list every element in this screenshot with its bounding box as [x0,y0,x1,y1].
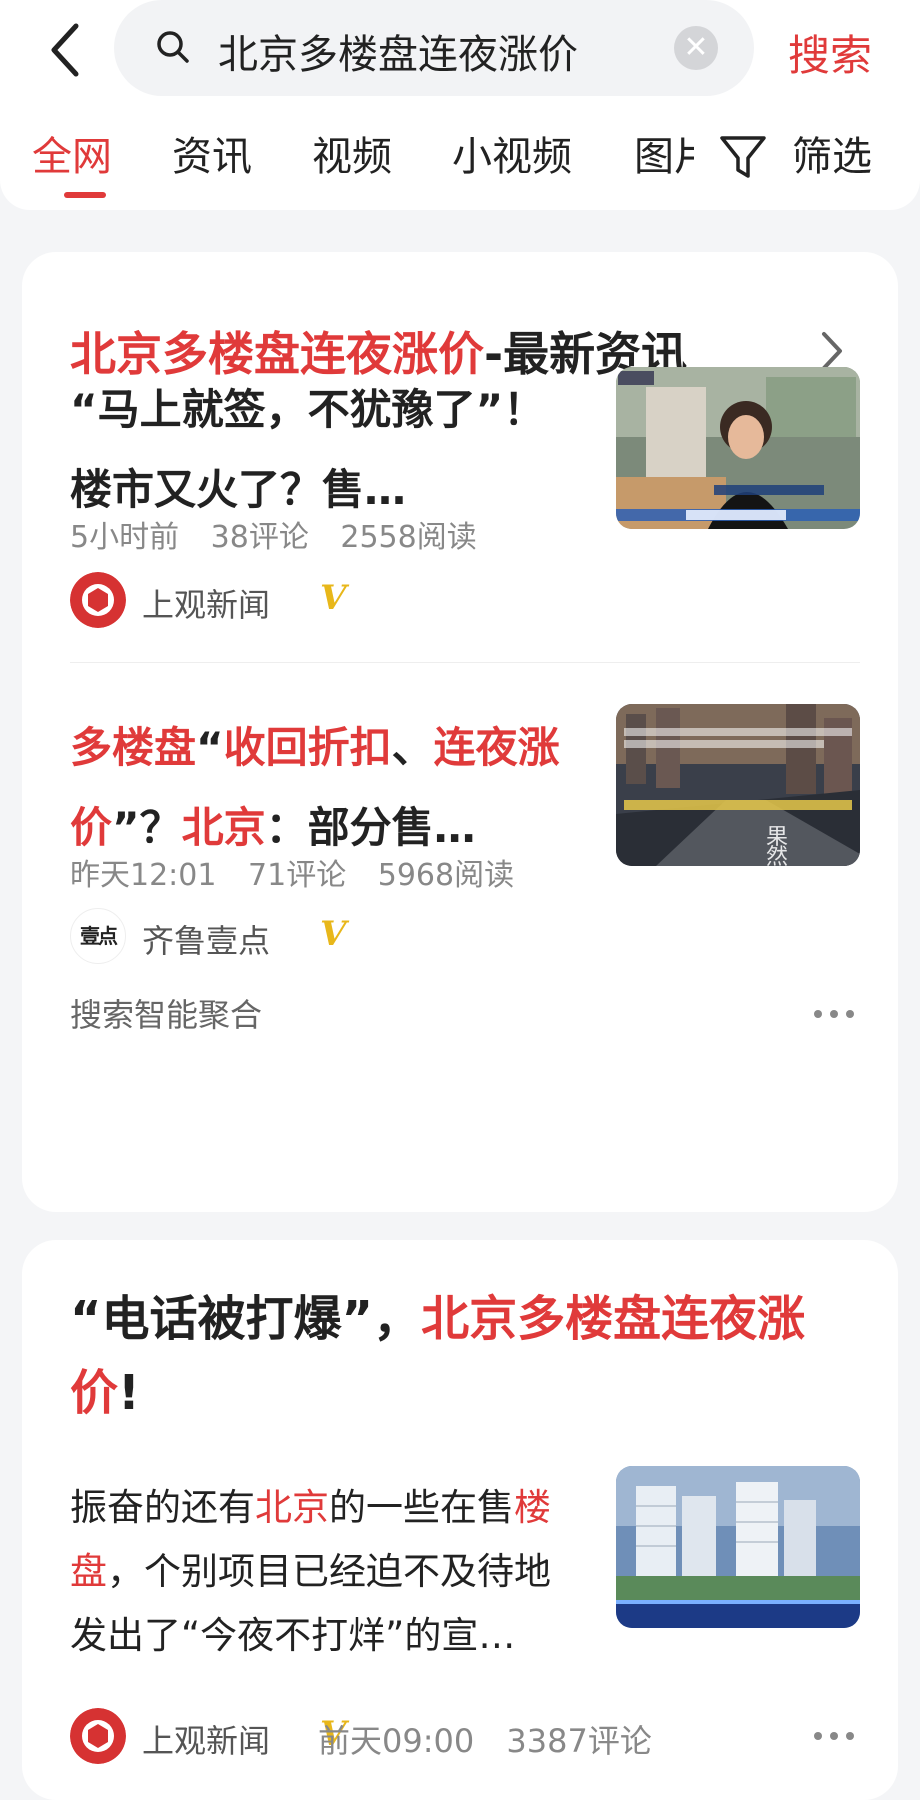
building-model-image [616,1466,860,1628]
verified-badge-icon: V [320,914,347,954]
article-title[interactable]: “电话被打爆”，北京多楼盘连夜涨价! [70,1282,860,1430]
news-time: 5小时前 [70,520,180,555]
clear-search-icon[interactable]: ✕ [674,26,718,70]
news-title[interactable]: 多楼盘“收回折扣、连夜涨价”？北京：部分售… [70,708,570,868]
tab-images[interactable]: 图片 [634,124,694,182]
more-options-icon[interactable] [814,1730,858,1742]
article-comments: 3387评论 [506,1722,652,1760]
back-arrow-icon[interactable] [40,20,100,80]
article-thumbnail[interactable] [616,1466,860,1628]
source-name: 上观新闻 [142,1722,271,1760]
news-comments: 71评论 [248,858,347,893]
qilu-logo-icon: 壹点 [70,908,126,964]
tab-bar: 全网 资讯 视频 小视频 图片 筛选 [0,122,920,202]
tab-all[interactable]: 全网 [32,124,112,182]
news-meta: 5小时前 38评论 2558阅读 [70,512,499,556]
news-title[interactable]: “马上就签，不犹豫了”！楼市又火了？售… [70,370,570,530]
article-meta: 前天09:00 3387评论 [318,1716,674,1762]
source-name: 上观新闻 [142,586,271,624]
search-input[interactable]: 北京多楼盘连夜涨价 [218,22,578,80]
article-snippet: 振奋的还有北京的一些在售楼盘，个别项目已经迫不及待地发出了“今夜不打烊”的宣… [70,1486,551,1657]
news-meta: 昨天12:01 71评论 5968阅读 [70,850,536,894]
filter-button[interactable]: 筛选 [718,122,908,192]
source-name: 齐鲁壹点 [142,922,271,960]
interview-image [616,367,860,529]
active-tab-indicator [64,192,106,198]
news-thumbnail[interactable]: 果 然 [616,704,860,866]
divider [70,662,860,663]
top-bar: 北京多楼盘连夜涨价 ✕ 搜索 全网 资讯 视频 小视频 图片 筛选 [0,0,920,210]
search-button[interactable]: 搜索 [788,22,872,83]
city-street-image: 果 然 [616,704,860,866]
shangguan-logo-icon [70,572,126,628]
filter-icon [720,136,766,178]
tab-short-video[interactable]: 小视频 [452,124,572,182]
filter-label: 筛选 [792,134,872,180]
tab-news[interactable]: 资讯 [172,124,252,182]
article-card[interactable]: “电话被打爆”，北京多楼盘连夜涨价! 振奋的还有北京的一些在售楼盘，个别项目已经… [22,1240,898,1800]
search-box[interactable]: 北京多楼盘连夜涨价 ✕ [114,0,754,96]
more-options-icon[interactable] [814,1008,858,1020]
shangguan-logo-icon [70,1708,126,1764]
news-reads: 2558阅读 [340,520,477,555]
news-time: 昨天12:01 [70,858,217,893]
article-time: 前天09:00 [318,1722,475,1760]
news-comments: 38评论 [210,520,309,555]
aggregate-label: 搜索智能聚合 [70,996,263,1034]
news-thumbnail[interactable] [616,367,860,529]
news-reads: 5968阅读 [377,858,515,893]
tab-video[interactable]: 视频 [312,124,392,182]
svg-text:然: 然 [766,845,788,866]
verified-badge-icon: V [320,578,347,618]
latest-news-card: 北京多楼盘连夜涨价-最新资讯 “马上就签，不犹豫了”！楼市又火了？售… 5小时前… [22,252,898,1212]
search-icon [157,31,189,63]
tab-images-clip: 图片 [634,122,694,192]
